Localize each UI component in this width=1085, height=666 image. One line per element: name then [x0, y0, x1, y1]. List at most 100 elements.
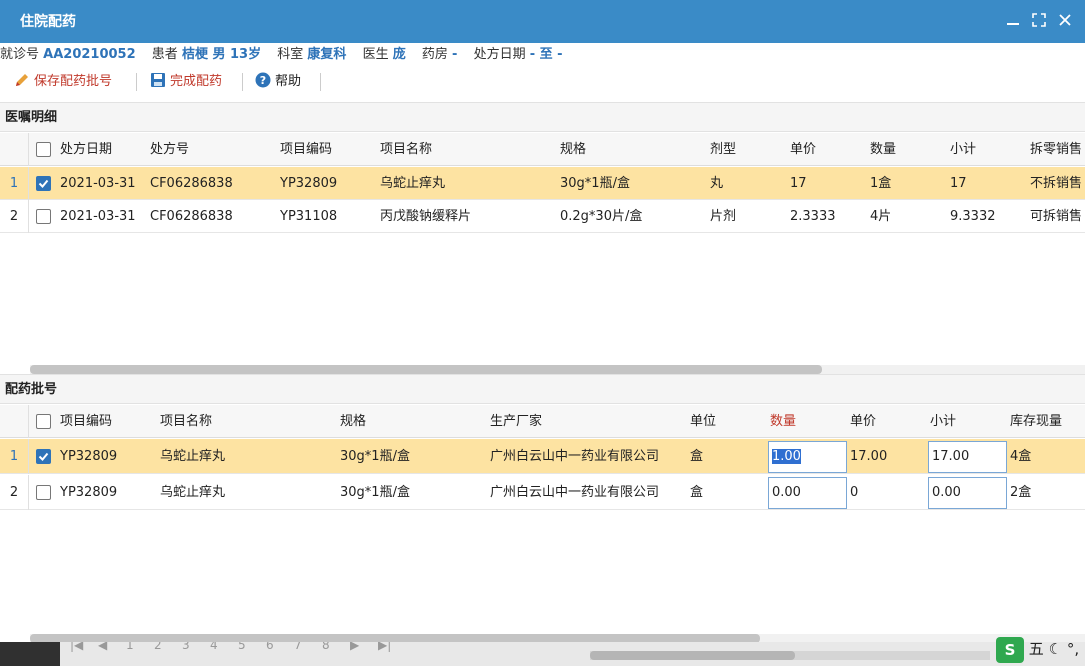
batches-col-qty[interactable]: 数量 — [770, 405, 796, 438]
cell-subtotal: 17 — [950, 176, 967, 191]
save-batch-button[interactable]: 保存配药批号 — [14, 71, 112, 93]
table-row[interactable]: 2 2021-03-31 CF06286838 YP31108 丙戊酸钠缓释片 … — [0, 200, 1085, 233]
checkmark-icon — [38, 179, 49, 188]
cell-code: YP32809 — [280, 176, 338, 191]
batches-col-name[interactable]: 项目名称 — [160, 405, 212, 438]
maximize-icon[interactable] — [1029, 10, 1049, 30]
orders-grid: 处方日期 处方号 项目编码 项目名称 规格 剂型 单价 数量 小计 拆零销售 1… — [0, 133, 1085, 368]
minimize-icon[interactable] — [1003, 10, 1023, 30]
page-link[interactable]: 8 — [322, 642, 350, 651]
toolbar: 保存配药批号 完成配药 ? 帮助 — [0, 67, 1085, 97]
orders-col-rxdate[interactable]: 处方日期 — [60, 133, 112, 166]
row-number: 2 — [0, 200, 29, 233]
batches-col-code[interactable]: 项目编码 — [60, 405, 112, 438]
subtotal-input[interactable]: 17.00 — [928, 441, 1007, 473]
finish-dispense-label: 完成配药 — [170, 74, 223, 89]
table-row[interactable]: 2 YP32809 乌蛇止痒丸 30g*1瓶/盒 广州白云山中一药业有限公司 盒… — [0, 475, 1085, 510]
batches-col-unit[interactable]: 单位 — [690, 405, 716, 438]
row-number: 2 — [0, 475, 29, 510]
page-link[interactable]: 5 — [238, 642, 266, 651]
cell-split: 不拆销售 — [1030, 176, 1083, 191]
cell-name: 乌蛇止痒丸 — [160, 485, 226, 500]
save-batch-label: 保存配药批号 — [34, 74, 113, 89]
close-icon[interactable] — [1055, 10, 1075, 30]
page-link[interactable]: 2 — [154, 642, 182, 651]
toolbar-divider — [136, 73, 137, 91]
page-link[interactable]: 6 — [266, 642, 294, 651]
batches-col-price[interactable]: 单价 — [850, 405, 876, 438]
batches-select-all-checkbox[interactable] — [36, 414, 51, 429]
dept-value: 康复科 — [307, 47, 347, 62]
orders-col-split[interactable]: 拆零销售 — [1030, 133, 1085, 166]
finish-dispense-button[interactable]: 完成配药 — [150, 71, 222, 93]
batches-panel-title: 配药批号 — [5, 382, 58, 397]
orders-col-rxno[interactable]: 处方号 — [150, 133, 189, 166]
page-link[interactable]: 3 — [182, 642, 210, 651]
visit-info-bar: 就诊号 AA20210052 患者 桔梗 男 13岁 科室 康复科 医生 庞 药… — [0, 43, 1085, 67]
orders-col-price[interactable]: 单价 — [790, 133, 816, 166]
batches-grid: 项目编码 项目名称 规格 生产厂家 单位 数量 单价 小计 库存现量 1 YP3… — [0, 405, 1085, 635]
row-checkbox[interactable] — [36, 449, 51, 464]
cell-code: YP32809 — [60, 485, 118, 500]
batches-col-subtotal[interactable]: 小计 — [930, 405, 956, 438]
pencil-icon — [16, 74, 28, 86]
cell-spec: 0.2g*30片/盒 — [560, 209, 643, 224]
rxdate-value: - 至 - — [529, 47, 563, 62]
batches-panel-header: 配药批号 — [0, 374, 1085, 404]
page-link[interactable]: 4 — [210, 642, 238, 651]
orders-scroll-thumb[interactable] — [30, 365, 822, 374]
orders-col-spec[interactable]: 规格 — [560, 133, 586, 166]
orders-col-subtotal[interactable]: 小计 — [950, 133, 976, 166]
orders-col-name[interactable]: 项目名称 — [380, 133, 432, 166]
ime-indicator[interactable]: S 五 ☾ °, — [996, 634, 1079, 664]
pharmacy-value: - — [452, 47, 458, 62]
table-row[interactable]: 1 YP32809 乌蛇止痒丸 30g*1瓶/盒 广州白云山中一药业有限公司 盒… — [0, 439, 1085, 474]
cell-spec: 30g*1瓶/盒 — [340, 449, 410, 464]
batches-col-maker[interactable]: 生产厂家 — [490, 405, 542, 438]
cell-price: 2.3333 — [790, 209, 836, 224]
page-horizontal-scrollbar[interactable] — [590, 651, 990, 660]
cell-unit: 盒 — [690, 449, 704, 464]
orders-horizontal-scrollbar[interactable] — [30, 365, 1085, 374]
cell-code: YP32809 — [60, 449, 118, 464]
row-checkbox[interactable] — [36, 176, 51, 191]
cell-price: 17.00 — [850, 449, 888, 464]
page-scroll-thumb[interactable] — [590, 651, 795, 660]
cell-name: 乌蛇止痒丸 — [380, 176, 446, 191]
row-checkbox[interactable] — [36, 485, 51, 500]
toolbar-divider — [320, 73, 321, 91]
last-page-icon[interactable]: ▶| — [378, 642, 406, 651]
qty-input[interactable]: 1.00 — [768, 441, 847, 473]
table-row[interactable]: 1 2021-03-31 CF06286838 YP32809 乌蛇止痒丸 30… — [0, 167, 1085, 200]
first-page-icon[interactable]: |◀ — [70, 642, 98, 651]
subtotal-input[interactable]: 0.00 — [928, 477, 1007, 509]
help-button[interactable]: ? 帮助 — [255, 71, 301, 93]
pager: |◀ ◀ 1 2 3 4 5 6 7 8 ▶ ▶| — [70, 642, 406, 652]
subtotal-input-value: 17.00 — [932, 449, 970, 464]
orders-col-qty[interactable]: 数量 — [870, 133, 896, 166]
page-link[interactable]: 7 — [294, 642, 322, 651]
cell-subtotal: 9.3332 — [950, 209, 996, 224]
cell-qty: 4片 — [870, 209, 892, 224]
batches-rowno-header — [0, 405, 29, 438]
cell-maker: 广州白云山中一药业有限公司 — [490, 485, 660, 500]
orders-rowno-header — [0, 133, 29, 166]
prev-page-icon[interactable]: ◀ — [98, 642, 126, 651]
pharmacy-label: 药房 — [421, 47, 448, 62]
page-link[interactable]: 1 — [126, 642, 154, 651]
ime-mode-label: 五 — [1028, 640, 1044, 658]
qty-input[interactable]: 0.00 — [768, 477, 847, 509]
next-page-icon[interactable]: ▶ — [350, 642, 378, 651]
cell-code: YP31108 — [280, 209, 338, 224]
row-checkbox[interactable] — [36, 209, 51, 224]
cell-form: 片剂 — [710, 209, 737, 224]
batches-col-stock[interactable]: 库存现量 — [1010, 405, 1085, 438]
cell-spec: 30g*1瓶/盒 — [560, 176, 630, 191]
visit-label: 就诊号 — [0, 47, 40, 62]
doctor-value: 庞 — [392, 47, 406, 62]
cell-rxdate: 2021-03-31 — [60, 176, 136, 191]
orders-col-code[interactable]: 项目编码 — [280, 133, 332, 166]
orders-select-all-checkbox[interactable] — [36, 142, 51, 157]
orders-col-form[interactable]: 剂型 — [710, 133, 736, 166]
batches-col-spec[interactable]: 规格 — [340, 405, 366, 438]
